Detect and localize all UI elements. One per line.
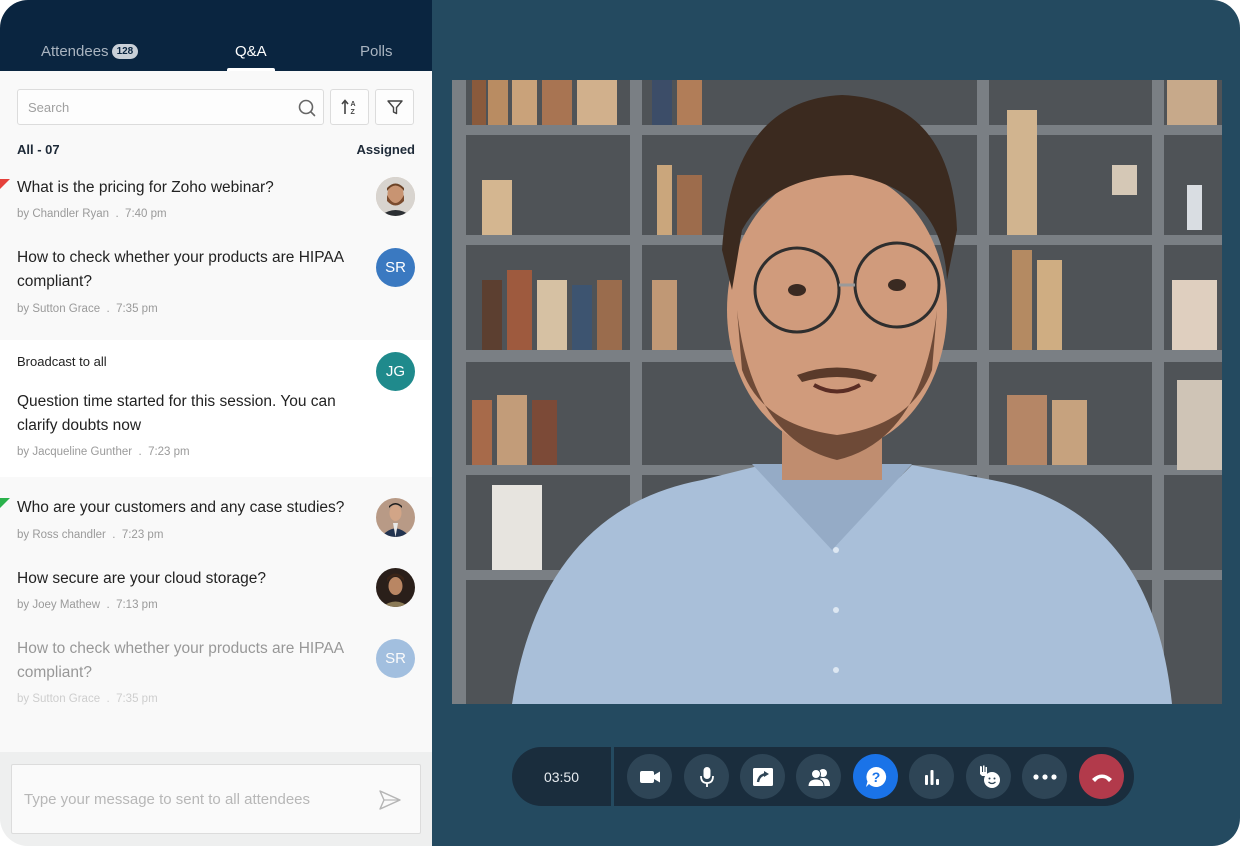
question-time: 7:35 pm bbox=[116, 303, 158, 315]
filter-icon bbox=[386, 100, 403, 115]
question-item[interactable]: How secure are your cloud storage? by Jo… bbox=[0, 560, 432, 620]
video-stage: 03:50 ? bbox=[432, 0, 1240, 846]
search-input[interactable] bbox=[28, 90, 278, 124]
question-author: by Joey Mathew bbox=[17, 599, 101, 611]
question-time: 7:23 pm bbox=[121, 529, 164, 541]
message-composer bbox=[11, 764, 421, 834]
question-filter-label[interactable]: All - 07 bbox=[17, 142, 60, 157]
priority-flag-green bbox=[0, 498, 10, 508]
question-item[interactable]: How to check whether your products are H… bbox=[0, 630, 432, 720]
question-time: 7:40 pm bbox=[125, 208, 167, 220]
broadcast-meta: by Jacqueline Gunther . 7:23 pm bbox=[17, 446, 190, 458]
question-meta: by Sutton Grace . 7:35 pm bbox=[17, 693, 158, 705]
question-meta: by Ross chandler . 7:23 pm bbox=[17, 529, 164, 541]
microphone-icon bbox=[699, 766, 714, 787]
presenter-video-frame bbox=[452, 80, 1222, 704]
search-icon[interactable] bbox=[297, 98, 317, 118]
broadcast-time: 7:23 pm bbox=[148, 446, 190, 458]
polls-chart-icon bbox=[924, 769, 939, 785]
priority-flag-red bbox=[0, 179, 10, 189]
broadcast-header: Broadcast to all bbox=[17, 354, 107, 369]
participants-icon bbox=[806, 768, 830, 787]
more-icon bbox=[1032, 773, 1057, 780]
send-icon[interactable] bbox=[378, 789, 402, 811]
end-call-icon bbox=[1091, 774, 1112, 782]
question-meta: by Sutton Grace . 7:35 pm bbox=[17, 303, 158, 315]
question-author: by Sutton Grace bbox=[17, 693, 101, 705]
avatar bbox=[376, 177, 415, 216]
broadcast-text: Question time started for this session. … bbox=[17, 393, 336, 434]
qa-panel: Attendees128 Q&A Polls A Z All - 07 Assi… bbox=[0, 0, 432, 846]
question-time: 7:35 pm bbox=[116, 693, 158, 705]
avatar bbox=[376, 568, 415, 607]
question-text: How to check whether your products are H… bbox=[17, 249, 344, 290]
end-call-button[interactable] bbox=[1079, 754, 1124, 799]
attendee-count-badge: 128 bbox=[111, 44, 139, 59]
broadcast-message: Broadcast to all Question time started f… bbox=[0, 340, 432, 477]
polls-button[interactable] bbox=[909, 754, 954, 799]
tab-attendees-label: Attendees bbox=[41, 43, 109, 60]
control-button-bar: ? bbox=[614, 747, 1134, 806]
message-input[interactable] bbox=[24, 765, 364, 833]
video-camera-icon bbox=[639, 770, 660, 783]
raise-hand-icon bbox=[979, 765, 1000, 788]
qa-help-icon: ? bbox=[865, 766, 886, 787]
svg-text:Z: Z bbox=[350, 109, 355, 116]
more-options-button[interactable] bbox=[1022, 754, 1067, 799]
svg-text:?: ? bbox=[871, 769, 880, 785]
question-item[interactable]: What is the pricing for Zoho webinar? by… bbox=[0, 170, 432, 230]
video-toggle-button[interactable] bbox=[627, 754, 672, 799]
avatar: JG bbox=[376, 352, 415, 391]
question-author: by Chandler Ryan bbox=[17, 208, 110, 220]
search-box bbox=[17, 89, 324, 125]
question-meta: by Chandler Ryan . 7:40 pm bbox=[17, 208, 167, 220]
assigned-filter[interactable]: Assigned bbox=[356, 142, 415, 157]
presenter-video bbox=[452, 80, 1222, 704]
composer-area bbox=[0, 752, 432, 846]
avatar bbox=[376, 498, 415, 537]
tab-attendees[interactable]: Attendees 128 bbox=[41, 43, 139, 71]
tab-polls[interactable]: Polls bbox=[360, 43, 393, 71]
question-time: 7:13 pm bbox=[116, 599, 158, 611]
avatar-photo-icon bbox=[376, 177, 415, 216]
question-meta: by Joey Mathew . 7:13 pm bbox=[17, 599, 158, 611]
avatar: SR bbox=[376, 639, 415, 678]
avatar: SR bbox=[376, 248, 415, 287]
question-text: Who are your customers and any case stud… bbox=[17, 499, 345, 516]
panel-tab-bar: Attendees 128 Q&A Polls bbox=[0, 0, 432, 71]
avatar-photo-icon bbox=[376, 498, 415, 537]
svg-text:A: A bbox=[350, 101, 355, 108]
question-item[interactable]: How to check whether your products are H… bbox=[0, 240, 432, 330]
question-text: How to check whether your products are H… bbox=[17, 640, 344, 681]
qa-button[interactable]: ? bbox=[853, 754, 898, 799]
raise-hand-button[interactable] bbox=[966, 754, 1011, 799]
filter-button[interactable] bbox=[375, 89, 414, 125]
question-author: by Ross chandler bbox=[17, 529, 106, 541]
share-screen-icon bbox=[752, 767, 773, 786]
microphone-toggle-button[interactable] bbox=[684, 754, 729, 799]
participants-button[interactable] bbox=[796, 754, 841, 799]
session-timer: 03:50 bbox=[512, 747, 611, 806]
sort-button[interactable]: A Z bbox=[330, 89, 369, 125]
question-text: What is the pricing for Zoho webinar? bbox=[17, 179, 274, 196]
question-item[interactable]: Who are your customers and any case stud… bbox=[0, 490, 432, 550]
avatar-photo-icon bbox=[376, 568, 415, 607]
sort-az-icon: A Z bbox=[340, 99, 355, 116]
broadcast-author: by Jacqueline Gunther bbox=[17, 446, 133, 458]
tab-qa-label: Q&A bbox=[235, 43, 267, 60]
tab-polls-label: Polls bbox=[360, 43, 393, 60]
share-screen-button[interactable] bbox=[740, 754, 785, 799]
question-author: by Sutton Grace bbox=[17, 303, 101, 315]
question-text: How secure are your cloud storage? bbox=[17, 570, 266, 587]
tab-qa[interactable]: Q&A bbox=[227, 43, 275, 71]
